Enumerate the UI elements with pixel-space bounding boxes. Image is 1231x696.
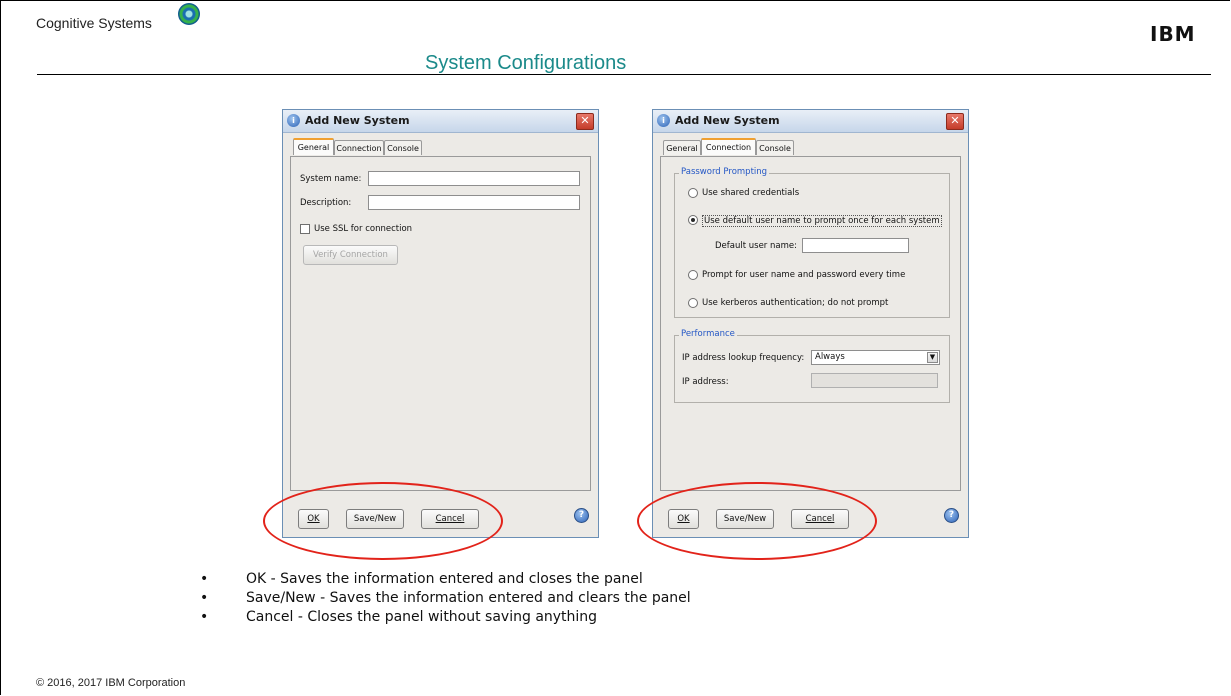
verify-connection-button[interactable]: Verify Connection [303, 245, 398, 265]
default-user-name-label: Default user name: [715, 241, 797, 251]
cognitive-systems-logo-icon [178, 3, 200, 25]
kerberos-label: Use kerberos authentication; do not prom… [702, 298, 889, 308]
ip-lookup-frequency-select[interactable]: Always ▼ [811, 350, 940, 365]
default-user-radio[interactable] [688, 215, 698, 225]
bullet-marker: • [200, 590, 209, 606]
prompt-every-time-radio[interactable] [688, 270, 698, 280]
bullet-text: OK - Saves the information entered and c… [246, 571, 643, 587]
default-user-name-input[interactable] [802, 238, 909, 253]
description-label: Description: [300, 198, 352, 208]
tab-general[interactable]: General [663, 140, 701, 155]
tab-connection[interactable]: Connection [334, 140, 384, 155]
password-prompting-group: Password Prompting Use shared credential… [674, 167, 950, 318]
system-name-input[interactable] [368, 171, 580, 186]
copyright: © 2016, 2017 IBM Corporation [36, 677, 186, 689]
bullet-marker: • [200, 571, 209, 587]
help-icon[interactable]: ? [574, 508, 589, 523]
info-icon: i [657, 114, 670, 127]
add-new-system-dialog-connection: i Add New System ✕ General Connection Co… [652, 109, 969, 538]
ibm-logo: IBM [1150, 22, 1196, 46]
kerberos-radio[interactable] [688, 298, 698, 308]
close-button[interactable]: ✕ [576, 113, 594, 130]
bullet-text: Save/New - Saves the information entered… [246, 590, 691, 606]
tab-console[interactable]: Console [756, 140, 794, 155]
dialog-titlebar: i Add New System ✕ [653, 110, 968, 133]
ssl-checkbox[interactable] [300, 224, 310, 234]
ssl-checkbox-label: Use SSL for connection [314, 224, 413, 234]
dialog-titlebar: i Add New System ✕ [283, 110, 598, 133]
chevron-down-icon[interactable]: ▼ [927, 352, 938, 363]
system-name-label: System name: [300, 174, 362, 184]
dialog-title: Add New System [305, 114, 410, 127]
shared-credentials-label: Use shared credentials [702, 188, 800, 198]
ip-address-input[interactable] [811, 373, 938, 388]
add-new-system-dialog-general: i Add New System ✕ General Connection Co… [282, 109, 599, 538]
password-prompting-legend: Password Prompting [679, 167, 770, 177]
connection-panel: Password Prompting Use shared credential… [660, 156, 961, 491]
info-icon: i [287, 114, 300, 127]
general-panel: System name: Description: Use SSL for co… [290, 156, 591, 491]
close-button[interactable]: ✕ [946, 113, 964, 130]
buttons-highlight-ellipse [637, 482, 877, 560]
ip-address-label: IP address: [682, 377, 729, 387]
default-user-option-label: Use default user name to prompt once for… [702, 215, 942, 227]
buttons-highlight-ellipse [263, 482, 503, 560]
dialog-title: Add New System [675, 114, 780, 127]
ip-lookup-frequency-value: Always [815, 352, 845, 362]
performance-legend: Performance [679, 329, 737, 339]
ip-lookup-frequency-label: IP address lookup frequency: [682, 353, 805, 363]
bullet-text: Cancel - Closes the panel without saving… [246, 609, 598, 625]
bullet-marker: • [200, 609, 209, 625]
slide-title: System Configurations [425, 52, 627, 74]
performance-group: Performance IP address lookup frequency:… [674, 329, 950, 403]
tab-console[interactable]: Console [384, 140, 422, 155]
header-divider [37, 74, 1211, 75]
prompt-every-time-label: Prompt for user name and password every … [702, 270, 906, 280]
brand-name: Cognitive Systems [36, 15, 152, 31]
tab-connection[interactable]: Connection [701, 138, 756, 155]
tab-general[interactable]: General [293, 138, 334, 155]
help-icon[interactable]: ? [944, 508, 959, 523]
description-input[interactable] [368, 195, 580, 210]
shared-credentials-radio[interactable] [688, 188, 698, 198]
